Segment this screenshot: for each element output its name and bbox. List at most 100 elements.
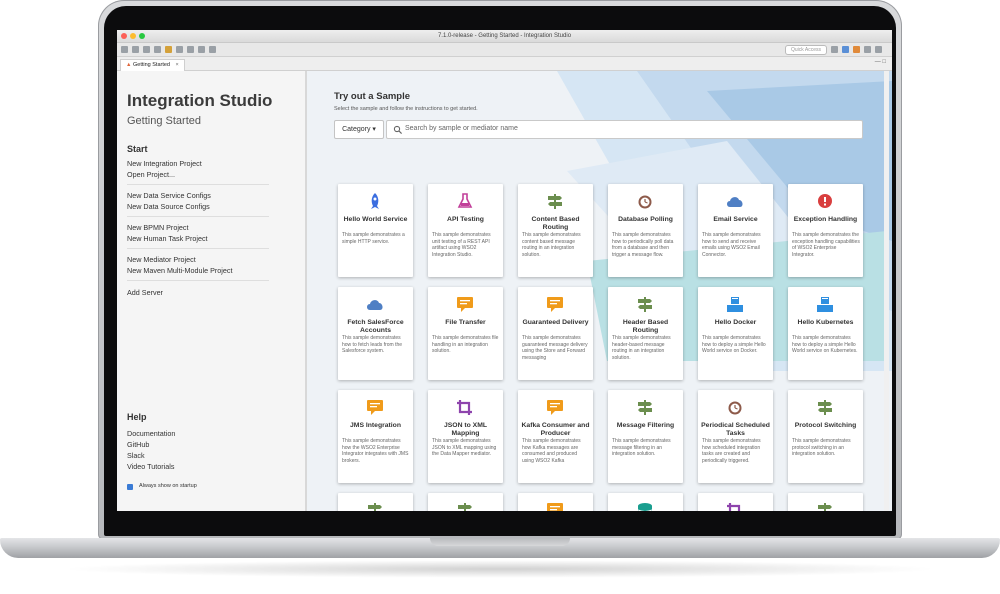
sample-card[interactable]: Fetch SalesForce Accounts This sample dem… <box>338 287 413 380</box>
window-titlebar: 7.1.0-release - Getting Started - Integr… <box>117 30 892 43</box>
layout-icon[interactable] <box>864 46 871 53</box>
sample-card-title: Periodical Scheduled Tasks <box>701 422 770 437</box>
slack-link[interactable]: Slack <box>127 451 145 460</box>
minimize-view-icon[interactable]: — <box>875 59 881 65</box>
start-heading: Start <box>127 144 148 154</box>
close-icon[interactable]: × <box>176 62 179 68</box>
sample-card[interactable]: Kafka Consumer and Producer This sample d… <box>518 390 593 483</box>
category-label: Category <box>342 126 371 133</box>
new-data-source-configs-link[interactable]: New Data Source Configs <box>127 202 210 211</box>
sample-card[interactable] <box>788 493 863 511</box>
maximize-window-button[interactable] <box>139 33 145 39</box>
sample-card[interactable] <box>518 493 593 511</box>
sample-card-description: This sample demonstrates how to deploy a… <box>792 335 858 354</box>
tab-getting-started[interactable]: ▲ Getting Started × <box>120 59 185 71</box>
sample-card[interactable]: Guaranteed Delivery This sample demonstra… <box>518 287 593 380</box>
crop-icon <box>457 400 472 415</box>
sample-card[interactable]: JMS Integration This sample demonstrates … <box>338 390 413 483</box>
new-bpmn-project-link[interactable]: New BPMN Project <box>127 223 189 232</box>
new-data-service-configs-link[interactable]: New Data Service Configs <box>127 191 211 200</box>
sample-card-description: This sample demonstrates how to fetch le… <box>342 335 403 354</box>
sample-card[interactable]: JSON to XML Mapping This sample demonstra… <box>428 390 503 483</box>
signpost-icon <box>548 194 562 209</box>
signpost-icon <box>638 297 652 312</box>
sample-card[interactable]: Exception Handling This sample demonstrat… <box>788 184 863 277</box>
forward-icon[interactable] <box>209 46 216 53</box>
run-icon[interactable] <box>176 46 183 53</box>
sample-card-description: This sample demonstrates unit testing of… <box>432 232 491 258</box>
rocket-icon: ▲ <box>126 62 132 68</box>
sample-card[interactable] <box>608 493 683 511</box>
sample-card[interactable] <box>698 493 773 511</box>
print-icon[interactable] <box>154 46 161 53</box>
sample-card-description: This sample demonstrates content based m… <box>522 232 581 258</box>
maximize-view-icon[interactable]: □ <box>882 59 886 65</box>
sample-card[interactable]: Content Based Routing This sample demonst… <box>518 184 593 277</box>
scrollbar[interactable] <box>884 71 889 511</box>
open-project-link[interactable]: Open Project... <box>127 170 175 179</box>
close-window-button[interactable] <box>121 33 127 39</box>
toolbar-icons <box>121 46 216 53</box>
getting-started-sidebar: Integration Studio Getting Started Start… <box>117 71 307 511</box>
sample-card[interactable]: Email Service This sample demonstrates ho… <box>698 184 773 277</box>
video-tutorials-link[interactable]: Video Tutorials <box>127 462 174 471</box>
sample-card[interactable]: Hello Docker This sample demonstrates how… <box>698 287 773 380</box>
search-icon <box>393 125 403 135</box>
sample-card-title: JMS Integration <box>350 422 401 429</box>
minimize-window-button[interactable] <box>130 33 136 39</box>
new-mediator-project-link[interactable]: New Mediator Project <box>127 255 196 264</box>
quick-access-input[interactable]: Quick Access <box>785 45 827 55</box>
sample-card[interactable]: Message Filtering This sample demonstrate… <box>608 390 683 483</box>
add-server-link[interactable]: Add Server <box>127 288 163 297</box>
new-integration-project-link[interactable]: New Integration Project <box>127 159 202 168</box>
documentation-link[interactable]: Documentation <box>127 429 175 438</box>
alarm-icon <box>728 401 742 415</box>
always-show-checkbox[interactable] <box>127 484 133 490</box>
new-maven-multi-module-project-link[interactable]: New Maven Multi-Module Project <box>127 266 232 275</box>
new-file-icon[interactable] <box>121 46 128 53</box>
perspective-icon[interactable] <box>831 46 838 53</box>
sample-card-title: Message Filtering <box>616 422 675 429</box>
sample-card-description: This sample demonstrates how to periodic… <box>612 232 674 258</box>
debug-icon[interactable] <box>187 46 194 53</box>
new-human-task-project-link[interactable]: New Human Task Project <box>127 234 208 243</box>
sample-card-description: This sample demonstrates how to deploy a… <box>702 335 766 354</box>
signpost-icon <box>368 503 382 511</box>
sample-card[interactable]: File Transfer This sample demonstrates fi… <box>428 287 503 380</box>
window-title: 7.1.0-release - Getting Started - Integr… <box>437 33 572 39</box>
sample-card[interactable]: API Testing This sample demonstrates unit… <box>428 184 503 277</box>
sample-card-title: Protocol Switching <box>794 422 857 429</box>
settings-icon[interactable] <box>875 46 882 53</box>
perspective-icons <box>831 46 882 53</box>
search-input[interactable]: Search by sample or mediator name <box>405 125 518 132</box>
save-all-icon[interactable] <box>143 46 150 53</box>
main-toolbar: Quick Access <box>117 43 892 57</box>
build-icon[interactable] <box>165 46 172 53</box>
sample-card-title: Kafka Consumer and Producer <box>521 422 590 437</box>
sample-card[interactable]: Periodical Scheduled Tasks This sample de… <box>698 390 773 483</box>
editor-tabbar: ▲ Getting Started × — □ <box>117 57 892 71</box>
github-link[interactable]: GitHub <box>127 440 149 449</box>
design-perspective-icon[interactable] <box>842 46 849 53</box>
always-show-label: Always show on startup <box>139 483 197 489</box>
sample-card[interactable]: Hello Kubernetes This sample demonstrates… <box>788 287 863 380</box>
back-icon[interactable] <box>198 46 205 53</box>
sample-card[interactable]: Database Polling This sample demonstrates… <box>608 184 683 277</box>
search-box[interactable]: Search by sample or mediator name <box>386 120 863 139</box>
sample-card[interactable]: Header Based Routing This sample demonstr… <box>608 287 683 380</box>
sample-card[interactable]: Hello World Service This sample demonstra… <box>338 184 413 277</box>
sample-card-description: This sample demonstrates file handling i… <box>432 335 499 354</box>
category-dropdown[interactable]: Category ▾ <box>334 120 384 139</box>
sample-card[interactable] <box>428 493 503 511</box>
sample-card-description: This sample demonstrates protocol switch… <box>792 438 851 457</box>
divider <box>127 280 269 281</box>
save-icon[interactable] <box>132 46 139 53</box>
sample-card-title: Hello World Service <box>343 216 408 223</box>
samples-description: Select the sample and follow the instruc… <box>334 106 478 112</box>
flask-icon <box>457 193 473 208</box>
sample-card[interactable]: Protocol Switching This sample demonstrat… <box>788 390 863 483</box>
sample-card[interactable] <box>338 493 413 511</box>
cloud-icon <box>727 197 743 207</box>
launch-icon[interactable] <box>853 46 860 53</box>
message-icon <box>367 400 383 415</box>
